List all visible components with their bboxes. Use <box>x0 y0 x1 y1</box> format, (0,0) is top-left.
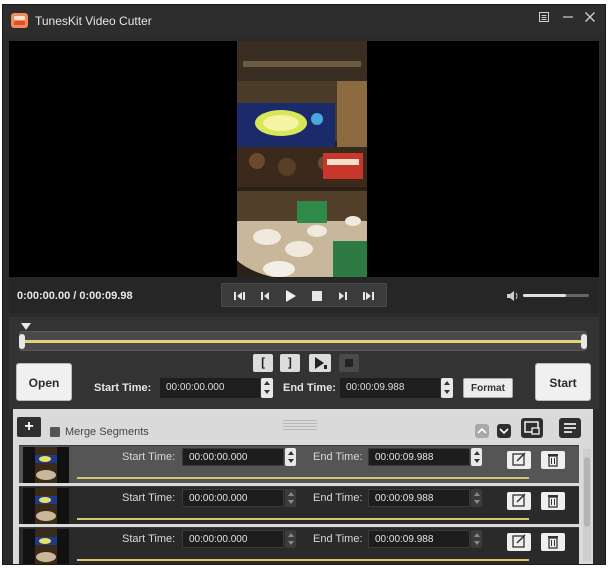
segment-end-stepper[interactable] <box>471 489 482 507</box>
segment-start-label: Start Time: <box>122 533 176 545</box>
merge-segments-label: Merge Segments <box>65 426 149 438</box>
add-segment-button[interactable]: + <box>17 417 41 437</box>
segment-end-label: End Time: <box>313 533 363 545</box>
play-icon[interactable] <box>282 288 298 304</box>
segment-thumbnail <box>23 488 69 524</box>
end-time-label: End Time: <box>283 382 336 394</box>
move-up-icon[interactable] <box>475 424 489 438</box>
end-time-stepper[interactable] <box>441 378 453 398</box>
step-back-icon[interactable] <box>257 288 273 304</box>
edit-icon[interactable] <box>507 492 531 510</box>
video-preview[interactable] <box>9 41 599 277</box>
stop-icon[interactable] <box>309 288 325 304</box>
mark-out-button[interactable]: ] <box>280 354 300 372</box>
start-time-stepper[interactable] <box>261 378 273 398</box>
segment-start-input[interactable]: 00:00:00.000 <box>182 448 284 466</box>
start-time-input[interactable]: 00:00:00.000 <box>160 378 260 398</box>
segment-end-label: End Time: <box>313 492 363 504</box>
app-title: TunesKit Video Cutter <box>35 14 152 28</box>
segment-range-bar <box>77 477 529 479</box>
segment-panel: + Merge Segments Start Time: 00:00:00.000… <box>13 409 593 564</box>
app-window: TunesKit Video Cutter 0:00:00.00 / 0:00:… <box>2 4 606 565</box>
segment-start-stepper[interactable] <box>285 448 296 466</box>
segment-start-input[interactable]: 00:00:00.000 <box>182 530 284 548</box>
menu-icon[interactable] <box>535 11 553 29</box>
timecode-display: 0:00:00.00 / 0:00:09.98 <box>17 290 133 302</box>
step-forward-icon[interactable] <box>335 288 351 304</box>
format-button[interactable]: Format <box>463 378 513 398</box>
playback-bar: 0:00:00.00 / 0:00:09.98 <box>9 277 599 313</box>
stop-segment-button[interactable] <box>339 354 359 372</box>
close-icon[interactable] <box>581 11 599 29</box>
segment-end-input[interactable]: 00:00:09.988 <box>368 530 470 548</box>
segment-range-bar <box>77 518 529 520</box>
segment-row[interactable]: Start Time: 00:00:00.000 End Time: 00:00:09… <box>19 445 579 483</box>
segment-start-stepper[interactable] <box>285 530 296 548</box>
end-time-input[interactable]: 00:00:09.988 <box>340 378 440 398</box>
mark-in-button[interactable]: [ <box>253 354 273 372</box>
video-frame <box>237 41 367 277</box>
segment-list: Start Time: 00:00:00.000 End Time: 00:00:09… <box>19 445 579 564</box>
end-handle[interactable] <box>581 334 587 349</box>
cut-range-track[interactable] <box>19 331 587 351</box>
next-segment-icon[interactable] <box>360 288 376 304</box>
start-button[interactable]: Start <box>535 363 591 401</box>
transport-controls <box>221 283 387 307</box>
segment-start-label: Start Time: <box>122 451 176 463</box>
segment-end-input[interactable]: 00:00:09.988 <box>368 489 470 507</box>
playhead-marker[interactable] <box>21 323 31 330</box>
segment-list-icon[interactable] <box>559 418 581 438</box>
previous-segment-icon[interactable] <box>232 288 248 304</box>
segment-toolbar: + Merge Segments <box>13 409 593 445</box>
app-logo-icon <box>11 13 28 28</box>
delete-icon[interactable] <box>541 492 565 510</box>
cut-range-bar <box>24 340 582 343</box>
delete-icon[interactable] <box>541 451 565 469</box>
scrollbar-thumb[interactable] <box>584 457 590 527</box>
segment-end-input[interactable]: 00:00:09.988 <box>368 448 470 466</box>
title-bar: TunesKit Video Cutter <box>3 5 605 35</box>
resize-grip-icon[interactable] <box>283 420 317 432</box>
segment-row[interactable]: Start Time: 00:00:00.000 End Time: 00:00:09… <box>19 527 579 564</box>
volume-icon[interactable] <box>506 290 520 302</box>
segment-scrollbar[interactable] <box>583 449 591 561</box>
segment-end-label: End Time: <box>313 451 363 463</box>
minimize-icon[interactable] <box>559 11 577 29</box>
segment-end-stepper[interactable] <box>471 448 482 466</box>
edit-icon[interactable] <box>507 451 531 469</box>
edit-icon[interactable] <box>507 533 531 551</box>
segment-start-label: Start Time: <box>122 492 176 504</box>
segment-start-input[interactable]: 00:00:00.000 <box>182 489 284 507</box>
cut-panel: [ ] Open Start Time: 00:00:00.000 End Ti… <box>9 317 599 409</box>
volume-slider[interactable] <box>523 294 589 297</box>
segment-range-bar <box>77 559 529 561</box>
segment-end-stepper[interactable] <box>471 530 482 548</box>
segment-row[interactable]: Start Time: 00:00:00.000 End Time: 00:00:09… <box>19 486 579 524</box>
play-segment-button[interactable] <box>309 354 331 372</box>
snapshot-icon[interactable] <box>521 418 543 438</box>
merge-segments-checkbox[interactable] <box>50 427 60 437</box>
volume-level <box>523 294 566 297</box>
move-down-icon[interactable] <box>497 424 511 438</box>
segment-start-stepper[interactable] <box>285 489 296 507</box>
start-handle[interactable] <box>19 334 25 349</box>
start-time-label: Start Time: <box>94 382 152 394</box>
segment-thumbnail <box>23 529 69 564</box>
delete-icon[interactable] <box>541 533 565 551</box>
open-button[interactable]: Open <box>16 363 72 401</box>
segment-thumbnail <box>23 447 69 483</box>
